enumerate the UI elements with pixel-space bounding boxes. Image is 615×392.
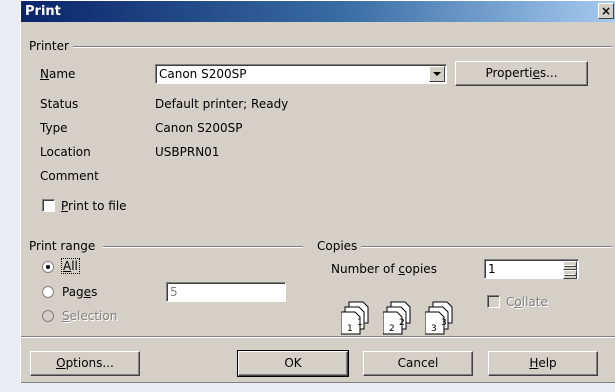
pages-text-2: s [91, 285, 98, 299]
cancel-button[interactable]: Cancel [363, 351, 473, 376]
svg-text:2: 2 [399, 318, 405, 328]
help-text: elp [538, 356, 557, 370]
name-label-accel: N [40, 67, 49, 81]
arrow-down-icon [564, 273, 576, 276]
all-accel: A [63, 259, 72, 273]
close-button[interactable]: × [598, 3, 614, 19]
type-value: Canon S200SP [155, 121, 243, 135]
all-label[interactable]: All [61, 258, 80, 274]
copies-text-2: opies [405, 262, 437, 276]
name-label: Name [40, 67, 75, 81]
print-to-file-label[interactable]: Print to file [61, 199, 127, 213]
printer-group-divider [73, 46, 612, 48]
ok-button[interactable]: OK [237, 350, 349, 377]
copies-value: 1 [488, 262, 496, 276]
spin-up-button[interactable] [563, 261, 577, 270]
pages-text-1: Pag [62, 285, 84, 299]
location-value: USBPRN01 [155, 145, 220, 159]
print-to-file-accel: P [61, 199, 69, 213]
svg-text:1: 1 [357, 318, 363, 328]
copies-spinner[interactable] [563, 261, 577, 279]
pages-radio[interactable] [42, 286, 54, 298]
dropdown-button[interactable] [429, 66, 445, 82]
copies-group-label: Copies [317, 239, 358, 253]
comment-label: Comment [40, 169, 99, 183]
svg-text:1: 1 [347, 324, 353, 334]
selection-label[interactable]: Selection [62, 309, 117, 323]
printer-name-value: Canon S200SP [159, 67, 247, 81]
properties-button-text-1: Properti [485, 66, 533, 80]
collate-text-2: llate [521, 295, 548, 309]
screen: { "window": { "title": "Print", "close_g… [0, 0, 615, 392]
properties-button-text-2: s... [539, 66, 558, 80]
options-text: ptions... [65, 356, 114, 370]
arrow-up-icon [564, 264, 576, 267]
status-label: Status [40, 97, 79, 111]
footer-separator [21, 336, 615, 338]
pages-accel: e [83, 285, 92, 299]
selection-radio[interactable] [42, 310, 54, 322]
options-button[interactable]: Options... [30, 351, 140, 376]
print-range-group-divider [103, 246, 303, 248]
title-bar[interactable]: Print × [21, 1, 615, 22]
properties-button-accel: e [532, 66, 540, 80]
svg-text:2: 2 [389, 324, 395, 334]
help-accel: H [529, 356, 539, 370]
print-to-file-text: rint to file [68, 199, 127, 213]
properties-button[interactable]: Properties... [455, 61, 588, 86]
copies-group-divider [361, 246, 612, 248]
collate-page-stack-3-icon: 3 3 [425, 301, 453, 335]
collate-accel: o [514, 295, 522, 309]
pages-label[interactable]: Pages [62, 285, 97, 299]
svg-text:3: 3 [431, 324, 437, 334]
type-label: Type [40, 121, 68, 135]
print-to-file-checkbox[interactable] [42, 199, 55, 212]
printer-name-select[interactable]: Canon S200SP [155, 64, 447, 84]
number-of-copies-label: Number of copies [331, 262, 437, 276]
svg-text:3: 3 [441, 318, 447, 328]
collate-page-stack-2-icon: 2 2 [383, 301, 411, 335]
selection-text: election [69, 309, 118, 323]
selection-accel: S [62, 309, 70, 323]
dialog-title: Print [25, 4, 61, 19]
print-range-group-label: Print range [29, 239, 96, 253]
location-label: Location [40, 145, 91, 159]
printer-group-label: Printer [29, 39, 69, 53]
status-value: Default printer; Ready [155, 97, 289, 111]
all-radio[interactable] [42, 261, 54, 273]
close-icon: × [600, 4, 612, 18]
pages-input[interactable]: 5 [166, 282, 286, 302]
collate-page-stack-1-icon: 1 1 [341, 301, 369, 335]
copies-text-1: Number of [331, 262, 399, 276]
help-button[interactable]: Help [488, 351, 598, 376]
options-accel: O [56, 356, 66, 370]
print-dialog: Print × Printer Name Canon S200SP Proper… [20, 0, 615, 383]
collate-label[interactable]: Collate [506, 295, 548, 309]
all-text: ll [71, 259, 78, 273]
spin-down-button[interactable] [563, 270, 577, 279]
copies-spinbox[interactable]: 1 [484, 259, 579, 279]
chevron-down-icon [433, 72, 441, 76]
name-label-text: ame [48, 67, 76, 81]
collate-checkbox[interactable] [487, 295, 500, 308]
